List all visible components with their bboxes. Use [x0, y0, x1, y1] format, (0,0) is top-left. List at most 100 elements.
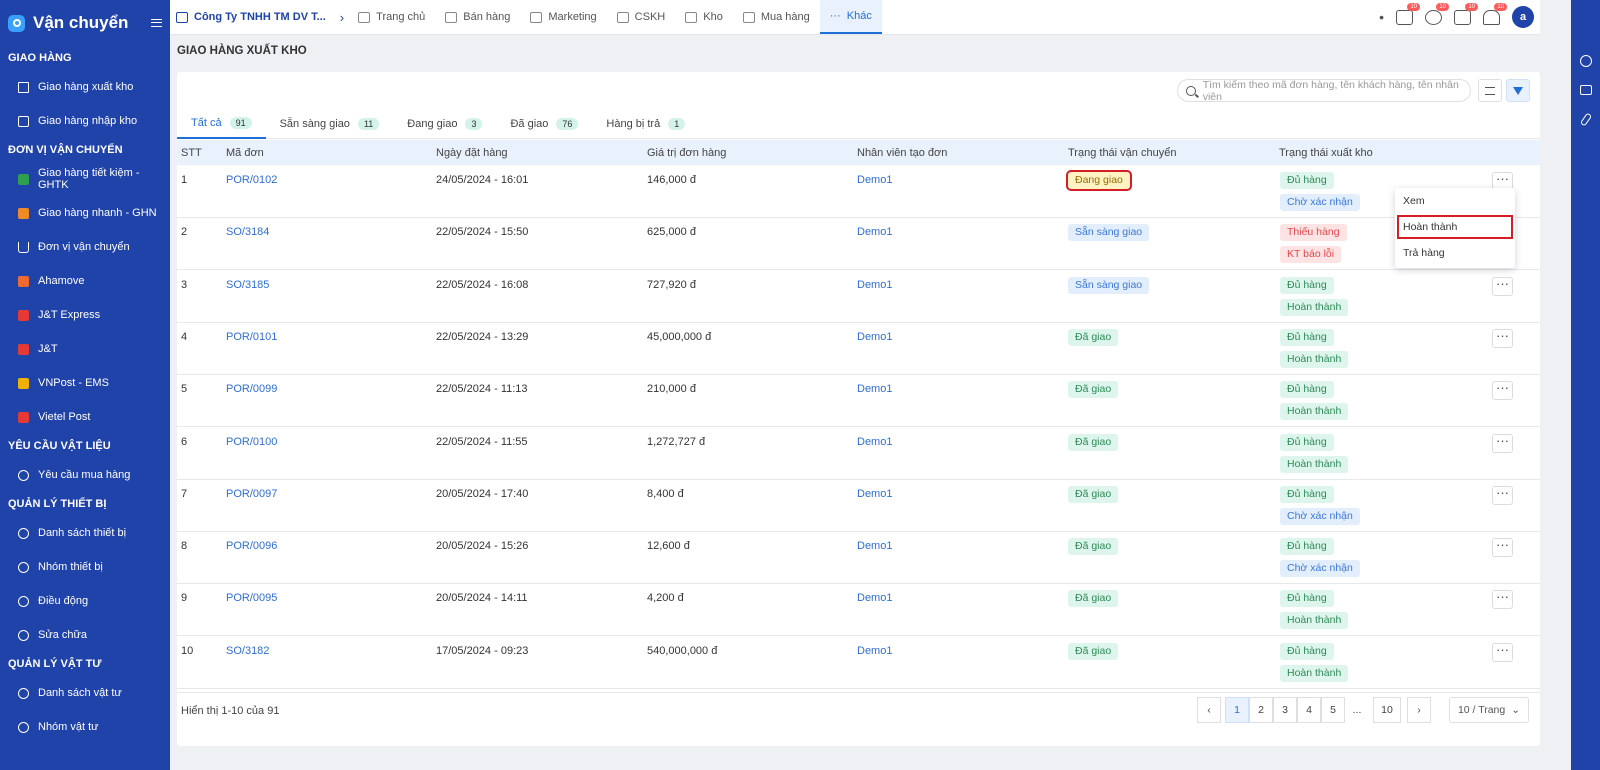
status-tab[interactable]: Tất cả 91 — [177, 109, 266, 139]
menu-item[interactable]: Xem — [1395, 188, 1515, 214]
next-page-button[interactable]: › — [1407, 697, 1431, 723]
phone-icon[interactable]: 10 — [1396, 2, 1420, 25]
status-tab-count: 3 — [465, 118, 483, 130]
sidebar-item[interactable]: Danh sách thiết bị — [0, 516, 170, 550]
prev-page-button[interactable]: ‹ — [1197, 697, 1221, 723]
filter-button[interactable] — [1506, 79, 1530, 102]
row-actions-button[interactable]: ··· — [1492, 328, 1513, 348]
search-input[interactable]: Tìm kiếm theo mã đơn hàng, tên khách hàn… — [1177, 79, 1471, 103]
sidebar-item[interactable]: Danh sách vật tư — [0, 676, 170, 710]
page-size-select[interactable]: 10 / Trang ⌄ — [1449, 697, 1529, 723]
nav-tab[interactable]: Kho — [675, 0, 733, 34]
clock-icon[interactable] — [1579, 55, 1592, 67]
staff-link[interactable]: Demo1 — [857, 436, 892, 448]
table-row: 10 SO/3182 17/05/2024 - 09:23 540,000,000 đ… — [177, 637, 1540, 689]
order-code-link[interactable]: POR/0099 — [226, 383, 277, 395]
sidebar-item[interactable]: Giao hàng tiết kiệm - GHTK — [0, 162, 170, 196]
menu-item[interactable]: Hoàn thành — [1397, 215, 1513, 239]
comment-icon[interactable] — [1579, 85, 1592, 95]
order-code-link[interactable]: POR/0096 — [226, 540, 277, 552]
nav-tab[interactable]: Bán hàng — [435, 0, 520, 34]
status-tab[interactable]: Sẵn sàng giao 11 — [266, 109, 394, 139]
row-actions-button[interactable]: ··· — [1492, 590, 1513, 610]
row-index: 1 — [181, 174, 188, 186]
order-code-link[interactable]: POR/0097 — [226, 488, 277, 500]
nav-tab[interactable]: Trang chủ — [348, 0, 435, 34]
sidebar-item[interactable]: Sửa chữa — [0, 618, 170, 652]
order-code-link[interactable]: SO/3185 — [226, 279, 269, 291]
sidebar-item[interactable]: VNPost - EMS — [0, 366, 170, 400]
row-actions-button[interactable]: ··· — [1492, 538, 1513, 558]
stock-status-badge: Chờ xác nhận — [1280, 194, 1360, 211]
sidebar-item[interactable]: Vietel Post — [0, 400, 170, 434]
carrier-logo-icon — [18, 309, 29, 321]
menu-toggle-icon[interactable] — [151, 19, 162, 27]
sidebar-item[interactable]: Đơn vị vận chuyển — [0, 230, 170, 264]
order-code-link[interactable]: SO/3182 — [226, 645, 269, 657]
page-button[interactable]: 10 — [1373, 697, 1401, 723]
row-actions-button[interactable]: ··· — [1492, 381, 1513, 401]
sidebar-item[interactable]: Điều động — [0, 584, 170, 618]
nav-tab[interactable]: Marketing — [520, 0, 606, 34]
shipping-status-cell: Đã giao — [1068, 485, 1119, 503]
sidebar-item[interactable]: Ahamove — [0, 264, 170, 298]
nav-tab[interactable]: Mua hàng — [733, 0, 820, 34]
staff-link[interactable]: Demo1 — [857, 279, 892, 291]
page-button[interactable]: 5 — [1321, 697, 1345, 723]
row-actions-button[interactable]: ··· — [1492, 485, 1513, 505]
staff-link[interactable]: Demo1 — [857, 226, 892, 238]
row-index: 3 — [181, 278, 188, 291]
paperclip-icon[interactable] — [1579, 112, 1592, 127]
shipping-status-cell: Đang giao — [1066, 170, 1132, 191]
shipping-status-badge: Đã giao — [1068, 433, 1119, 451]
row-actions-button[interactable]: ··· — [1492, 433, 1513, 453]
mail-icon[interactable]: 10 — [1454, 2, 1478, 25]
bell-icon[interactable]: 10 — [1483, 2, 1507, 25]
staff-link[interactable]: Demo1 — [857, 645, 892, 657]
chat-icon[interactable]: 10 — [1425, 2, 1449, 25]
page-button[interactable]: 3 — [1273, 697, 1297, 723]
page-button[interactable]: 4 — [1297, 697, 1321, 723]
stock-status-badge: Đủ hàng — [1280, 381, 1334, 399]
sidebar-item[interactable]: Nhóm vật tư — [0, 710, 170, 744]
row-actions-button[interactable]: ··· — [1492, 276, 1513, 296]
nav-tab[interactable]: CSKH — [607, 0, 676, 34]
document-icon — [18, 81, 29, 93]
order-code-link[interactable]: POR/0095 — [226, 592, 277, 604]
staff-link[interactable]: Demo1 — [857, 488, 892, 500]
nav-tab-label: Marketing — [548, 11, 597, 23]
status-tab[interactable]: Hàng bị trả 1 — [592, 109, 699, 139]
sidebar-section-title: ĐƠN VỊ VẬN CHUYỂN — [8, 144, 123, 156]
column-header: Trạng thái xuất kho — [1279, 146, 1373, 159]
status-tab[interactable]: Đã giao 76 — [496, 109, 592, 139]
status-tab[interactable]: Đang giao 3 — [393, 109, 496, 139]
staff-link[interactable]: Demo1 — [857, 383, 892, 395]
staff-link[interactable]: Demo1 — [857, 174, 892, 186]
sidebar-item[interactable]: Giao hàng nhanh - GHN — [0, 196, 170, 230]
order-code-link[interactable]: POR/0100 — [226, 436, 277, 448]
nav-tab[interactable]: ··· Khác — [819, 0, 882, 34]
page-button[interactable]: 1 — [1225, 697, 1249, 723]
order-code-link[interactable]: SO/3184 — [226, 226, 269, 238]
staff-link[interactable]: Demo1 — [857, 540, 892, 552]
order-code-link[interactable]: POR/0102 — [226, 174, 277, 186]
row-actions-button[interactable]: ··· — [1492, 642, 1513, 662]
staff-link[interactable]: Demo1 — [857, 331, 892, 343]
column-settings-button[interactable] — [1478, 79, 1502, 102]
sidebar-item[interactable]: Nhóm thiết bị — [0, 550, 170, 584]
sidebar-item[interactable]: Yêu cầu mua hàng — [0, 458, 170, 492]
sidebar-item[interactable]: J&T Express — [0, 298, 170, 332]
top-right-actions: • 10 10 10 10 a — [1379, 0, 1540, 34]
company-selector[interactable]: Công Ty TNHH TM DV T... — [170, 0, 336, 34]
menu-item[interactable]: Trả hàng — [1395, 240, 1515, 266]
sidebar-item[interactable]: J&T — [0, 332, 170, 366]
page-button[interactable]: 2 — [1249, 697, 1273, 723]
sidebar-item[interactable]: Giao hàng nhập kho — [0, 104, 170, 138]
avatar[interactable]: a — [1512, 6, 1534, 28]
stock-status-cell: Đủ hàng Hoàn thành — [1280, 433, 1349, 478]
sidebar-item[interactable]: Giao hàng xuất kho — [0, 70, 170, 104]
gear-icon — [18, 687, 29, 699]
order-code-link[interactable]: POR/0101 — [226, 331, 277, 343]
stock-status-badge: Thiếu hàng — [1280, 224, 1347, 242]
staff-link[interactable]: Demo1 — [857, 592, 892, 604]
